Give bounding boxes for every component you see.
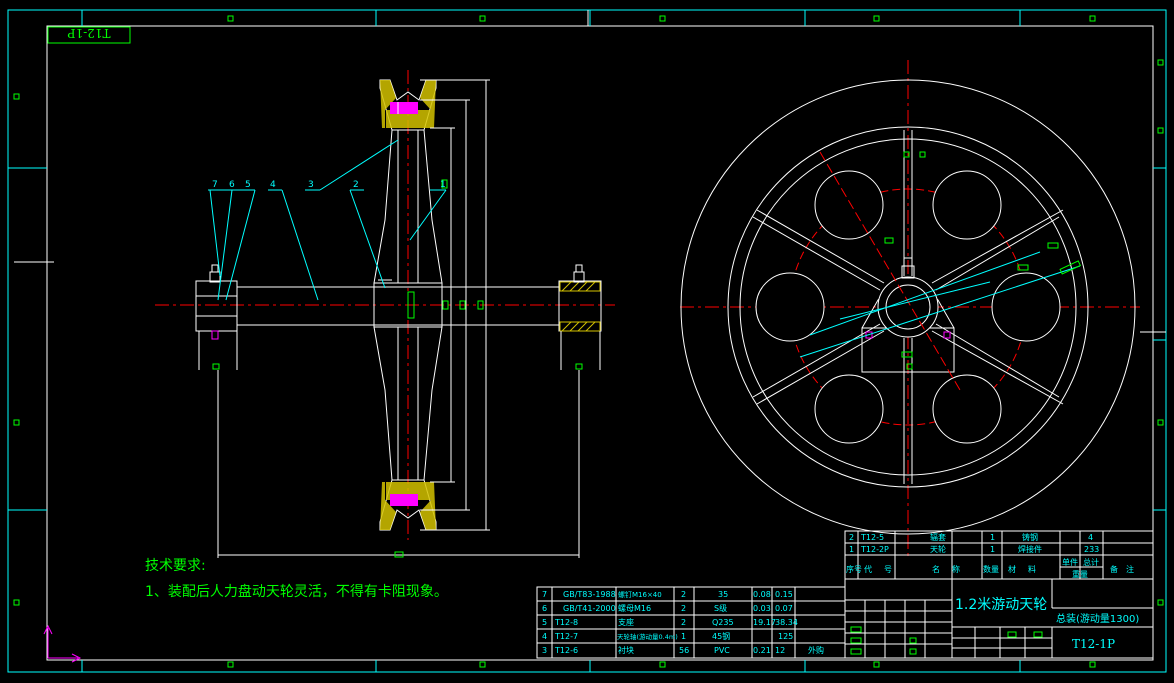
- lower-row-3-code: T12-6: [554, 646, 578, 655]
- lower-row-7-qty: 2: [681, 590, 686, 599]
- upper-row-1-qty: 1: [990, 545, 995, 554]
- lower-row-4-material: 45钢: [712, 631, 730, 641]
- ucs-icon: [43, 624, 82, 663]
- lower-row-4-name: 天轮轴(游动量0.4m): [617, 632, 678, 641]
- header-name: 名称: [932, 564, 972, 574]
- lower-row-3-material: PVC: [714, 646, 730, 655]
- lower-row-7-code: GB/T83-1988: [563, 590, 616, 599]
- upper-row-1-name: 天轮: [930, 544, 946, 554]
- upper-row-2-weight: 4: [1088, 533, 1093, 542]
- front-view: [680, 60, 1140, 560]
- tech-requirements-heading: 技术要求:: [145, 558, 206, 574]
- side-view: 7 6 5 4 3 2 1: [155, 70, 615, 558]
- upper-row-1-material: 焊接件: [1018, 544, 1042, 554]
- balloon-5: 5: [245, 180, 251, 190]
- lower-row-6-material: S级: [714, 603, 727, 613]
- lower-row-6-name: 螺母M16: [618, 603, 651, 613]
- upper-row-2-name: 辐套: [930, 532, 946, 542]
- header-total-weight: 总计: [1083, 557, 1099, 567]
- lower-row-7-material: 35: [718, 590, 728, 599]
- lower-row-7-w2: 0.15: [775, 590, 793, 599]
- mirrored-code-label: T12-1P: [67, 26, 110, 40]
- balloon-7: 7: [212, 180, 218, 190]
- lower-row-4-code: T12-7: [554, 632, 578, 641]
- lower-row-7-no: 7: [542, 590, 547, 599]
- upper-row-2-code: T12-5: [860, 533, 884, 542]
- balloon-6: 6: [229, 180, 235, 190]
- balloon-2: 2: [353, 180, 359, 190]
- upper-row-1-no: 1: [849, 545, 854, 554]
- drawing-code: T12-1P: [1072, 637, 1115, 651]
- lower-row-3-remark: 外购: [808, 645, 824, 655]
- lower-row-3-w1: 0.21: [753, 646, 771, 655]
- lower-row-6-w1: 0.03: [753, 604, 771, 613]
- header-material: 材料: [1008, 564, 1048, 574]
- lower-row-4-w2: 125: [778, 632, 793, 641]
- lower-row-5-name: 支座: [618, 617, 634, 627]
- lower-row-6-w2: 0.07: [775, 604, 793, 613]
- cad-drawing-canvas: T12-1P 7 6 5 4 3 2 1 技术要求: 1、装配后人力盘动天轮灵活…: [7, 9, 1167, 673]
- upper-row-2-no: 2: [849, 533, 854, 542]
- lower-row-3-qty: 56: [679, 646, 689, 655]
- upper-row-1-weight: 233: [1084, 545, 1099, 554]
- upper-row-2-qty: 1: [990, 533, 995, 542]
- header-qty: 数量: [983, 564, 999, 574]
- tech-requirements-item-1: 1、装配后人力盘动天轮灵活，不得有卡阻现象。: [145, 583, 448, 600]
- lower-row-6-qty: 2: [681, 604, 686, 613]
- title-block: 2 T12-5 辐套 1 铸钢 4 1 T12-2P 天轮 1 焊接件 233 …: [536, 530, 1154, 659]
- lower-row-3-no: 3: [542, 646, 547, 655]
- header-unit-weight: 单件: [1062, 557, 1078, 567]
- lower-row-7-w1: 0.08: [753, 590, 771, 599]
- lower-row-6-code: GB/T41-2000: [563, 604, 616, 613]
- balloon-4: 4: [270, 180, 276, 190]
- lower-row-7-name: 螺钉M16×40: [618, 590, 662, 599]
- upper-row-1-code: T12-2P: [860, 545, 889, 554]
- lower-row-5-no: 5: [542, 618, 547, 627]
- lower-row-5-qty: 2: [681, 618, 686, 627]
- header-code: 代号: [864, 564, 904, 574]
- balloon-1: 1: [440, 180, 446, 190]
- lower-row-5-w2: 38.34: [775, 618, 798, 627]
- balloon-3: 3: [308, 180, 314, 190]
- lower-row-4-no: 4: [542, 632, 547, 641]
- drawing-title: 1.2米游动天轮: [955, 597, 1047, 613]
- lower-row-3-w2: 12: [775, 646, 785, 655]
- header-seq: 序号: [846, 564, 862, 574]
- header-remark: 备注: [1110, 564, 1142, 574]
- lower-row-5-code: T12-8: [554, 618, 578, 627]
- mirrored-code-box: T12-1P: [47, 26, 131, 44]
- lower-row-4-qty: 1: [681, 632, 686, 641]
- header-weight: 重量: [1072, 569, 1088, 579]
- lower-row-5-w1: 19.17: [753, 618, 776, 627]
- lower-row-6-no: 6: [542, 604, 547, 613]
- upper-row-2-material: 铸钢: [1022, 532, 1038, 542]
- lower-row-3-name: 衬块: [618, 645, 634, 655]
- lower-row-5-material: Q235: [712, 618, 734, 627]
- assembly-label: 总装(游动量1300): [1056, 612, 1139, 625]
